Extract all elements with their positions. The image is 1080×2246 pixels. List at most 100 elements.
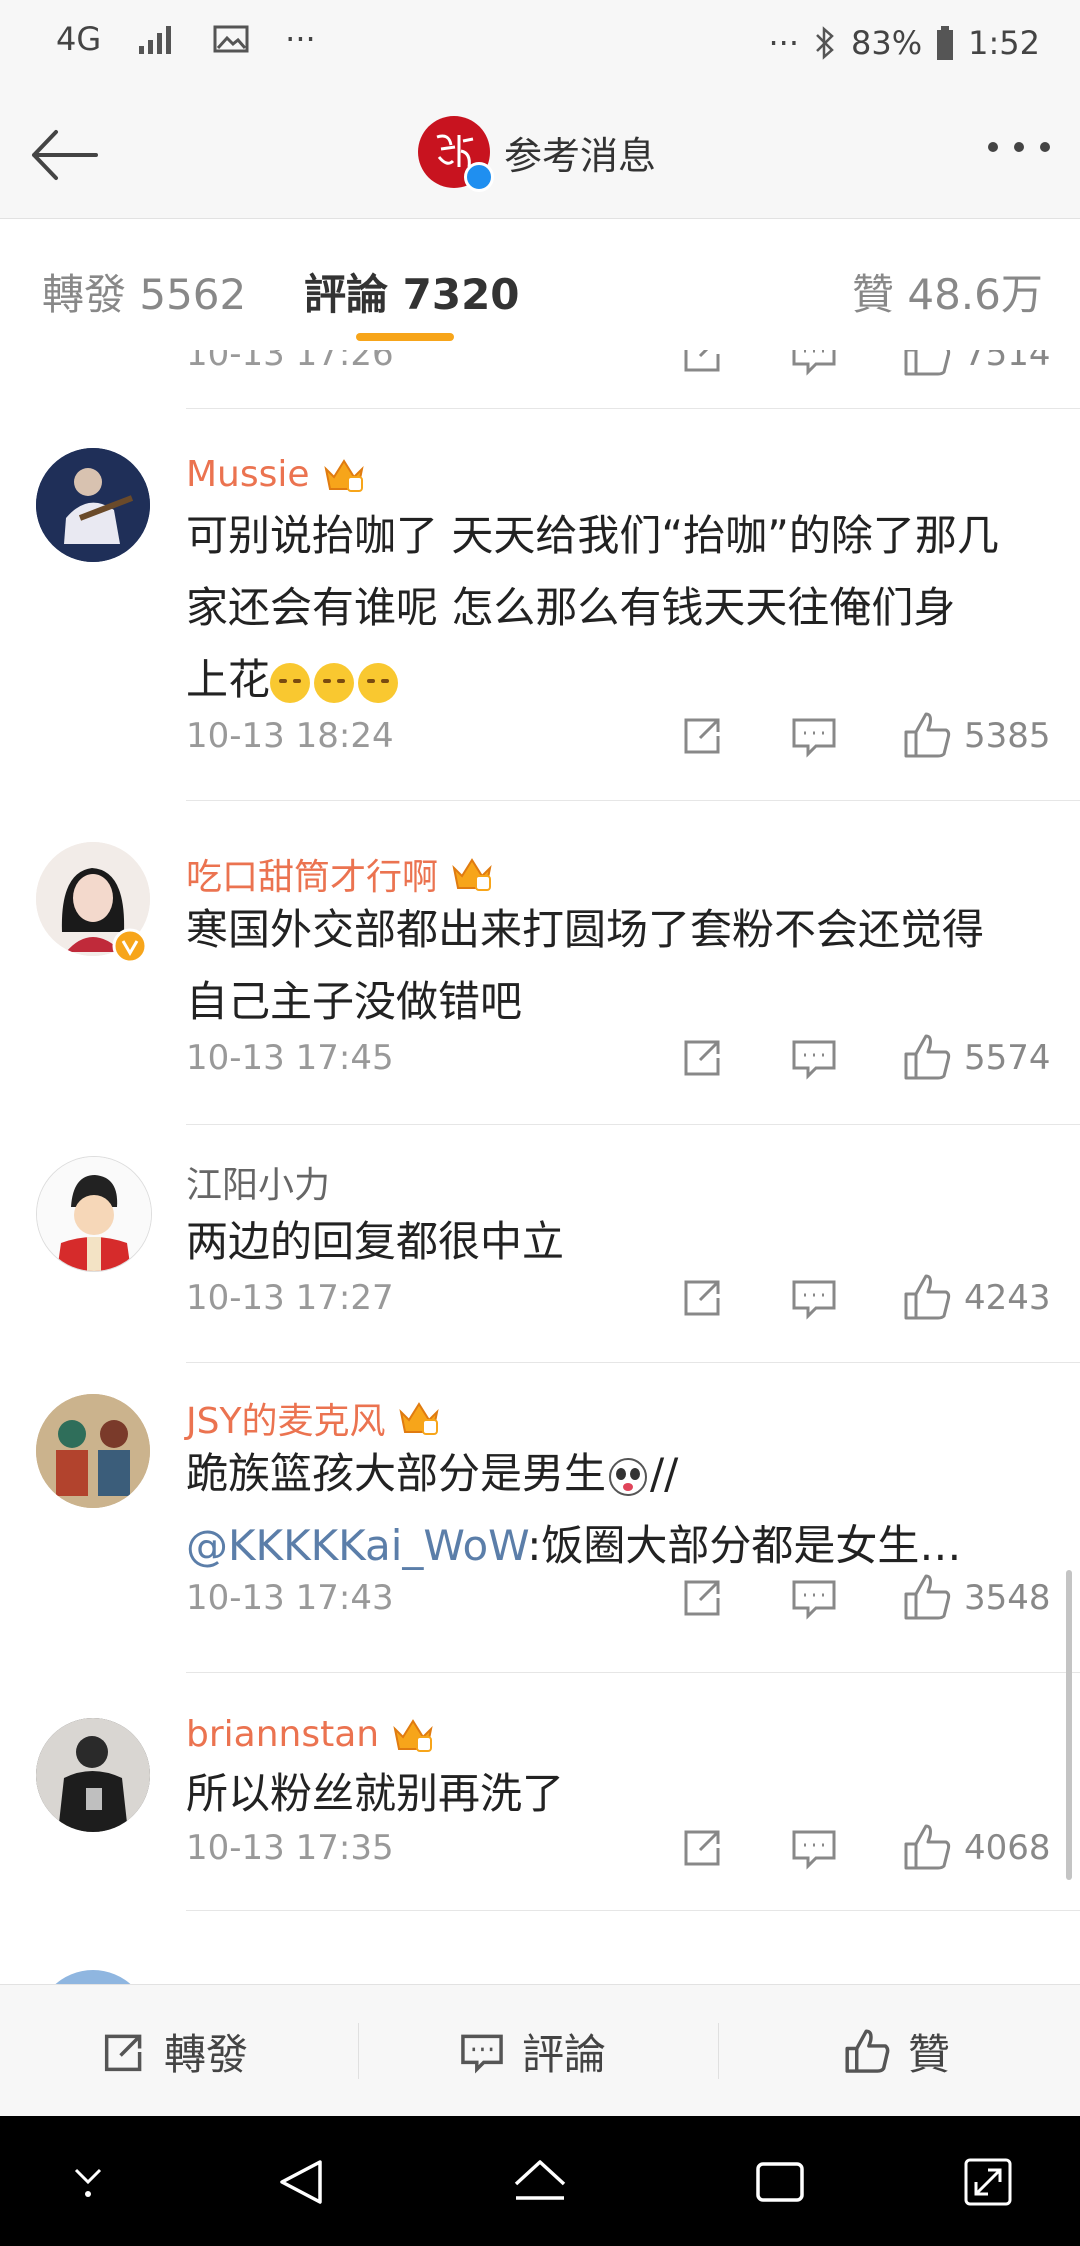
comment-icon[interactable]	[784, 1268, 844, 1328]
tab-comments[interactable]: 評論 7320	[304, 261, 520, 322]
repost-icon[interactable]	[672, 1568, 732, 1628]
hide-keyboard-icon[interactable]	[66, 2154, 110, 2206]
account-logo[interactable]	[418, 116, 494, 192]
comment-icon[interactable]	[784, 1818, 844, 1878]
account-header[interactable]: 参考消息	[418, 116, 657, 192]
battery-percent: 83%	[851, 24, 923, 62]
emoji-icon	[314, 662, 355, 703]
image-icon	[213, 25, 249, 53]
divider	[186, 1672, 1080, 1673]
repost-icon[interactable]	[672, 1028, 732, 1088]
like-icon	[845, 2028, 890, 2073]
comment-text: 可别说抬咖了 天天给我们“抬咖”的除了那几 家还会有谁呢 怎么那么有钱天天往俺们…	[186, 500, 1046, 716]
bottom-action-bar: 轉發 評論 贊	[0, 1984, 1080, 2117]
comment-icon	[461, 2034, 503, 2074]
like-icon[interactable]	[898, 350, 958, 384]
like-count: 4243	[964, 1278, 1051, 1318]
signal-icon	[139, 26, 172, 54]
like-count: 5385	[964, 716, 1051, 756]
more-status-icon: ···	[768, 24, 800, 62]
repost-icon[interactable]	[672, 350, 732, 384]
verified-badge-icon	[112, 928, 148, 964]
home-nav-icon[interactable]	[510, 2154, 570, 2210]
comment-text-part: //	[650, 1449, 679, 1498]
comment-button[interactable]: 評論	[456, 2021, 606, 2082]
avatar[interactable]	[36, 1970, 150, 1984]
fullscreen-icon[interactable]	[960, 2154, 1016, 2210]
like-count: 4068	[964, 1828, 1051, 1868]
comment-feed: 10-13 17:26 7514 Mussie 可别说抬咖了 天天给我们“抬咖”…	[0, 350, 1080, 1984]
repost-icon	[104, 2034, 142, 2071]
like-icon[interactable]	[898, 706, 958, 766]
avatar[interactable]	[36, 1156, 152, 1272]
comment-actions: 10-13 18:24 5385	[186, 706, 1051, 766]
comment-icon[interactable]	[784, 1568, 844, 1628]
comment-icon[interactable]	[784, 350, 844, 384]
divider	[186, 800, 1080, 801]
like-count: 7514	[964, 350, 1051, 374]
panda-emoji-icon	[609, 1457, 648, 1496]
comment-user: 吃口甜筒才行啊	[186, 848, 494, 900]
avatar[interactable]	[36, 448, 150, 562]
like-icon[interactable]	[898, 1268, 958, 1328]
divider	[358, 2023, 359, 2079]
system-navigation-bar	[0, 2116, 1080, 2246]
comment-actions: 10-13 17:35 4068	[186, 1818, 1051, 1878]
account-name: 参考消息	[504, 133, 657, 178]
username[interactable]: Mussie	[186, 454, 310, 495]
tab-reposts[interactable]: 轉發 5562	[42, 261, 246, 322]
avatar-person-icon	[36, 1718, 150, 1832]
comment-text-line: 跪族篮孩大部分是男生 //	[186, 1438, 1046, 1510]
username[interactable]: 吃口甜筒才行啊	[186, 848, 438, 900]
repost-button[interactable]: 轉發	[98, 2021, 248, 2082]
vip-crown-icon	[452, 858, 492, 891]
network-indicator: 4G	[56, 20, 102, 58]
battery-icon	[937, 26, 954, 60]
username[interactable]: JSY的麦克风	[186, 1392, 385, 1444]
comment-time: 10-13 17:43	[186, 1578, 394, 1618]
like-label: 贊	[908, 2030, 951, 2079]
like-icon[interactable]	[898, 1568, 958, 1628]
comment-time: 10-13 17:27	[186, 1278, 394, 1318]
back-arrow-icon[interactable]	[26, 120, 106, 190]
repost-icon[interactable]	[672, 706, 732, 766]
tab-likes[interactable]: 贊 48.6万	[852, 261, 1043, 322]
active-tab-indicator	[356, 333, 454, 341]
repost-icon[interactable]	[672, 1818, 732, 1878]
repost-icon[interactable]	[672, 1268, 732, 1328]
avatar-guitarist-icon	[36, 448, 150, 562]
comment-label: 評論	[522, 2030, 607, 2079]
avatar-mural-icon	[36, 1394, 150, 1508]
comment-actions: 10-13 17:43 3548	[186, 1568, 1051, 1628]
comment-actions: 10-13 17:45 5574	[186, 1028, 1051, 1088]
scrollbar[interactable]	[1066, 1570, 1072, 1880]
emoji-icon	[358, 662, 399, 703]
more-options-icon[interactable]	[988, 142, 1050, 152]
comment-partial: 10-13 17:26 7514	[0, 350, 1080, 410]
back-nav-icon[interactable]	[274, 2154, 330, 2210]
tabs-bar: 轉發 5562 評論 7320 贊 48.6万	[0, 218, 1080, 352]
like-icon[interactable]	[898, 1818, 958, 1878]
recent-apps-icon[interactable]	[752, 2154, 808, 2210]
username[interactable]: briannstan	[186, 1714, 379, 1755]
navigation-bar: 参考消息	[0, 92, 1080, 218]
like-button[interactable]: 贊	[842, 2021, 950, 2082]
avatar[interactable]	[36, 1718, 150, 1832]
comment-text-line: 家还会有谁呢 怎么那么有钱天天往俺们身	[186, 583, 956, 632]
like-count: 5574	[964, 1038, 1051, 1078]
mention-link[interactable]: @KKKKKai_WoW	[186, 1521, 527, 1570]
divider	[186, 1124, 1080, 1125]
username[interactable]: 江阳小力	[186, 1156, 330, 1208]
comment-user: 江阳小力	[186, 1156, 330, 1208]
comment-icon[interactable]	[784, 1028, 844, 1088]
like-icon[interactable]	[898, 1028, 958, 1088]
clock: 1:52	[968, 24, 1040, 62]
like-count: 3548	[964, 1578, 1051, 1618]
comment-icon[interactable]	[784, 706, 844, 766]
avatar[interactable]	[36, 1394, 150, 1508]
more-notifications-icon: ···	[285, 20, 316, 58]
comment-text: 寒国外交部都出来打圆场了套粉不会还觉得 自己主子没做错吧	[186, 894, 1046, 1038]
divider	[186, 1910, 1080, 1911]
vip-crown-icon	[399, 1402, 440, 1435]
comment-text-part: 跪族篮孩大部分是男生	[186, 1449, 607, 1498]
